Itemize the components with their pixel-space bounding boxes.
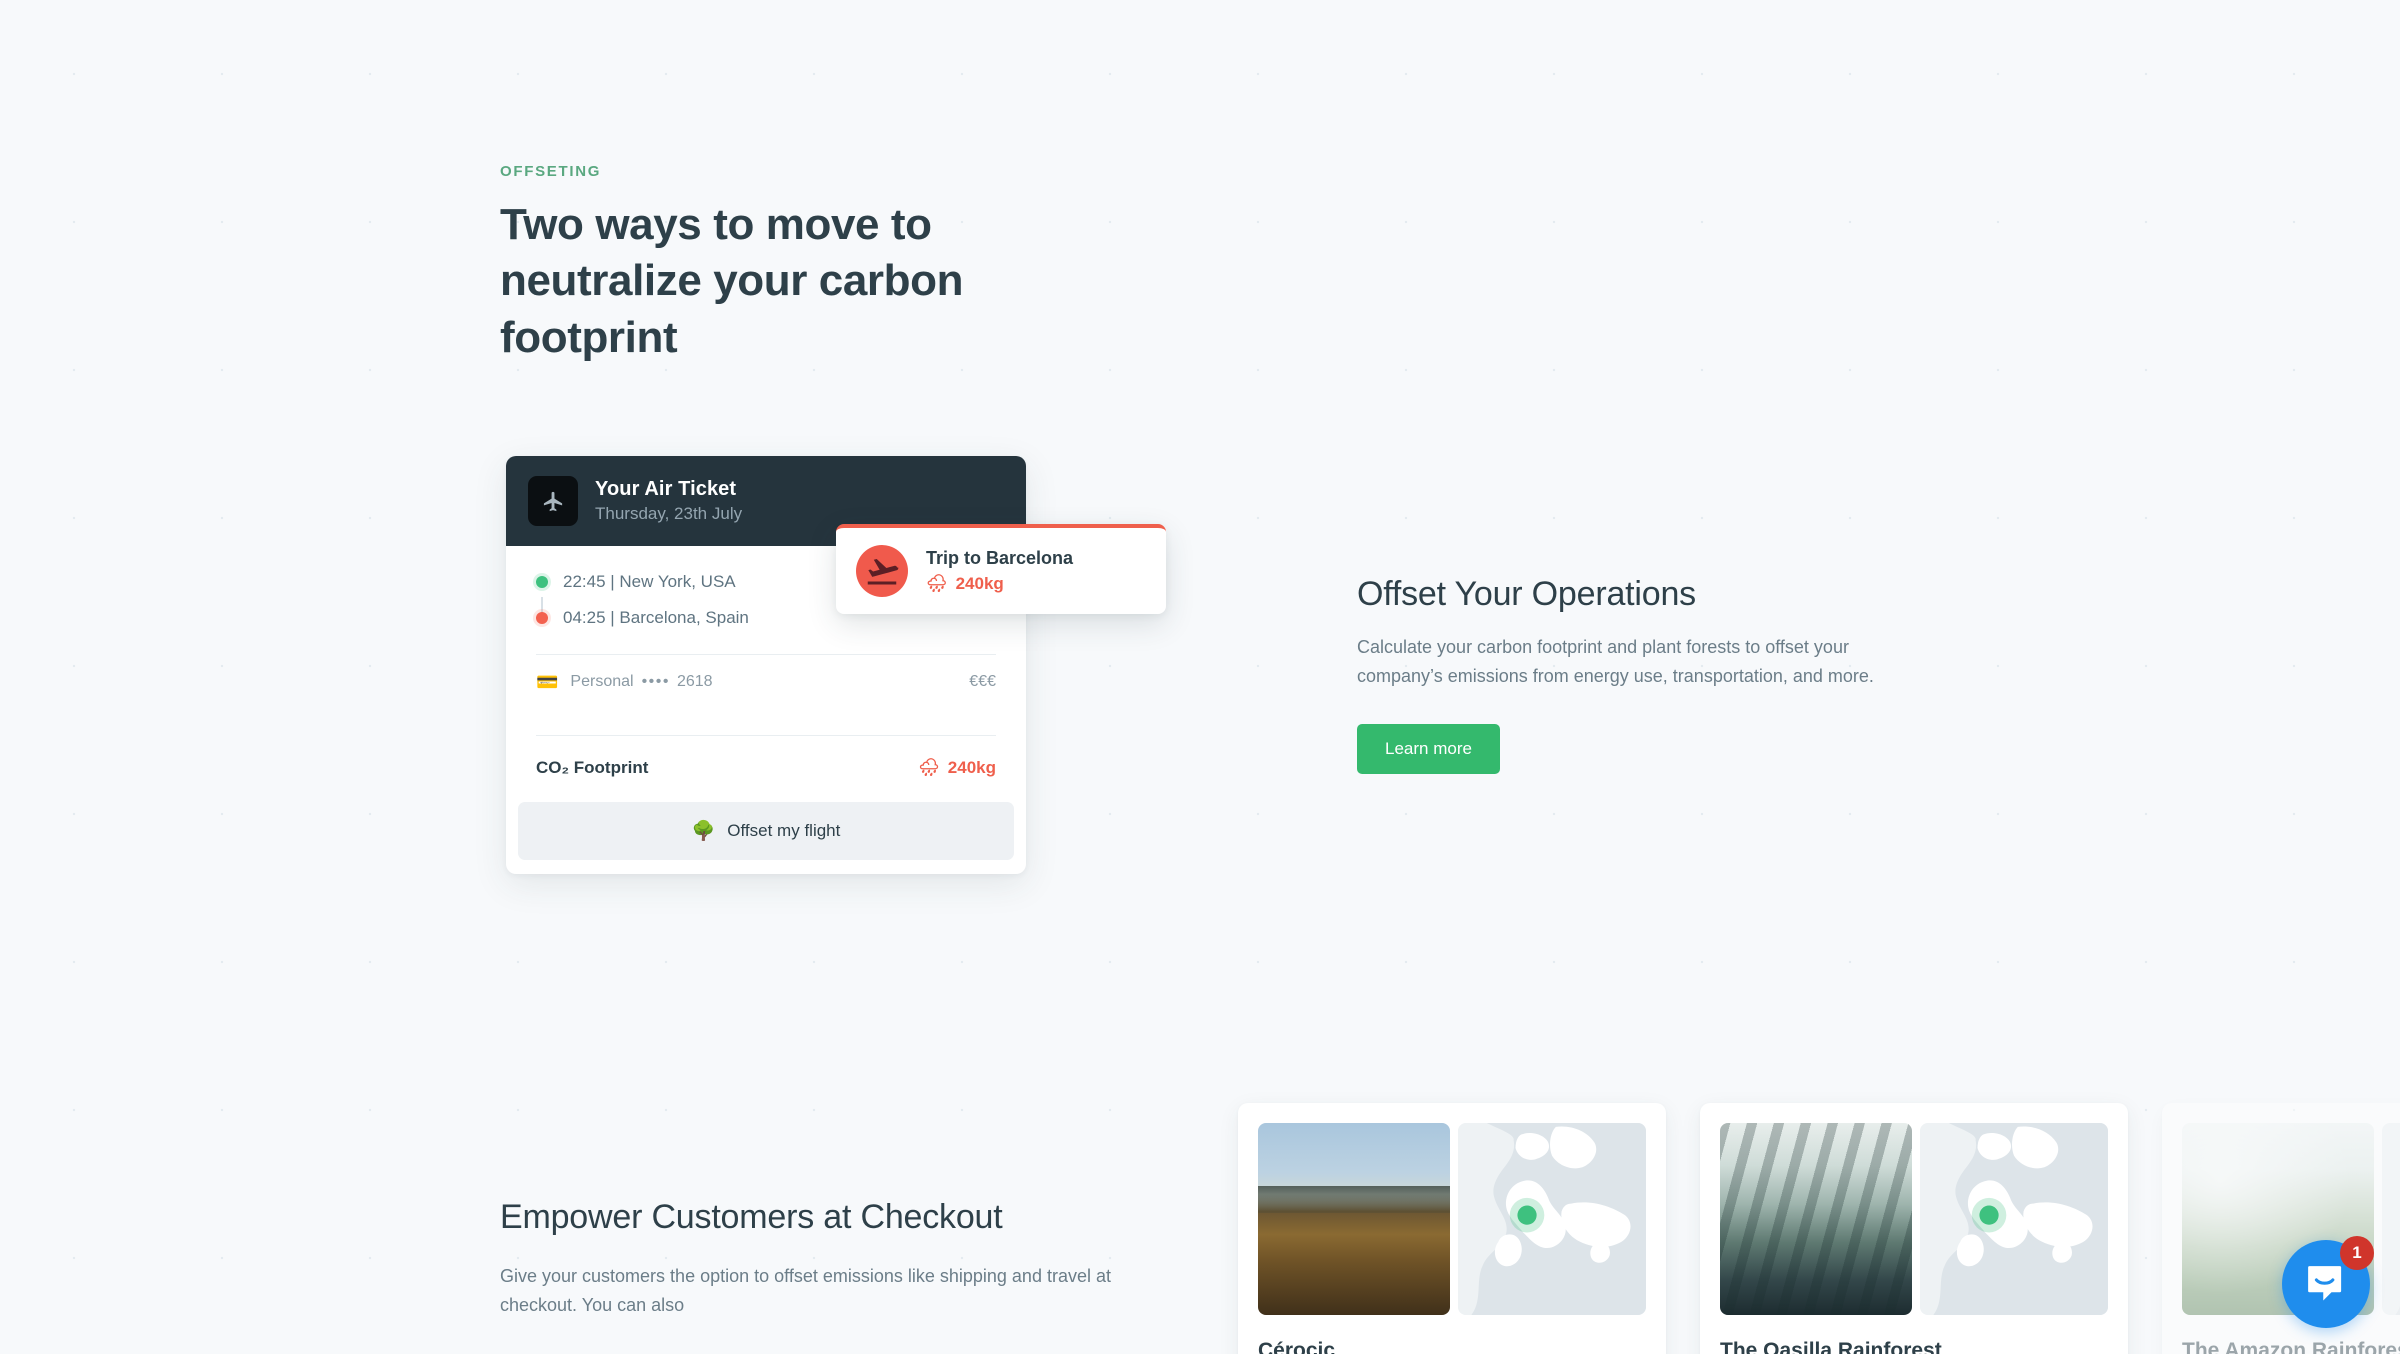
co2-footprint-row: CO₂ Footprint 🌧 240kg	[536, 736, 996, 802]
airplane-icon	[528, 476, 578, 526]
ticket-title: Your Air Ticket	[595, 478, 737, 500]
intercom-launcher[interactable]: 1	[2282, 1236, 2374, 1328]
project-title: The Amazon Rainforest	[2182, 1339, 2400, 1354]
europe-map-icon	[1458, 1123, 1646, 1315]
project-photo	[1258, 1123, 1450, 1315]
departure-text: 22:45 | New York, USA	[563, 572, 736, 591]
air-ticket-card: Your Air Ticket Thursday, 23th July 22:4…	[506, 456, 1026, 874]
trip-emissions: 🌧 240kg	[926, 574, 1073, 594]
project-media	[1258, 1123, 1646, 1315]
empower-body: Give your customers the option to offset…	[500, 1265, 1111, 1316]
offset-button-container: 🌳 Offset my flight	[506, 802, 1026, 874]
offset-my-flight-button[interactable]: 🌳 Offset my flight	[518, 802, 1014, 860]
co2-footprint-amount: 240kg	[947, 758, 996, 777]
arrival-text: 04:25 | Barcelona, Spain	[563, 608, 749, 627]
unread-badge: 1	[2340, 1236, 2374, 1270]
payment-last4: 2618	[676, 673, 713, 690]
project-map	[1458, 1123, 1646, 1315]
co2-footprint-value: 🌧 240kg	[918, 758, 996, 778]
co2-footprint-label: CO₂ Footprint	[536, 758, 649, 777]
project-card[interactable]: Cérocic	[1238, 1103, 1666, 1354]
europe-map-icon	[2382, 1123, 2400, 1315]
offset-operations-section: Offset Your Operations Calculate your ca…	[1357, 575, 1917, 775]
empower-title: Empower Customers at Checkout	[500, 1198, 1003, 1236]
operations-title: Offset Your Operations	[1357, 575, 1696, 613]
arrival-dot-icon	[536, 612, 548, 624]
rain-cloud-icon: 🌧	[926, 574, 948, 593]
payment-mask: ••••	[641, 673, 670, 690]
payment-row: 💳 Personal •••• 2618 €€€	[536, 655, 996, 709]
airplane-departure-icon	[856, 545, 908, 597]
payment-price: €€€	[969, 673, 996, 690]
trip-tooltip: Trip to Barcelona 🌧 240kg	[836, 524, 1166, 614]
offset-button-label: Offset my flight	[727, 821, 841, 840]
trip-name: Trip to Barcelona	[926, 548, 1074, 568]
project-map	[2382, 1123, 2400, 1315]
trip-emissions-value: 240kg	[955, 574, 1004, 593]
operations-body: Calculate your carbon footprint and plan…	[1357, 637, 1874, 687]
page-title: Two ways to move to neutralize your carb…	[500, 200, 964, 362]
learn-more-button[interactable]: Learn more	[1357, 724, 1500, 775]
project-media	[1720, 1123, 2108, 1315]
empower-customers-section: Empower Customers at Checkout Give your …	[500, 1195, 1120, 1320]
project-title: The Oasilla Rainforest	[1720, 1339, 1942, 1354]
project-card-carousel[interactable]: Cérocic The Oasilla Rainforest The Amazo…	[1238, 1103, 2400, 1354]
credit-card-icon: 💳	[536, 672, 559, 692]
europe-map-icon	[1920, 1123, 2108, 1315]
payment-method: Personal	[570, 673, 634, 690]
project-photo	[1720, 1123, 1912, 1315]
project-title: Cérocic	[1258, 1339, 1336, 1354]
ticket-date: Thursday, 23th July	[595, 504, 743, 523]
offsetting-section: OFFSETING Two ways to move to neutralize…	[500, 163, 1900, 366]
tree-icon: 🌳	[691, 821, 716, 842]
section-eyebrow: OFFSETING	[500, 163, 602, 180]
project-map	[1920, 1123, 2108, 1315]
rain-cloud-icon: 🌧	[918, 758, 940, 777]
departure-dot-icon	[536, 576, 548, 588]
project-card[interactable]: The Oasilla Rainforest	[1700, 1103, 2128, 1354]
